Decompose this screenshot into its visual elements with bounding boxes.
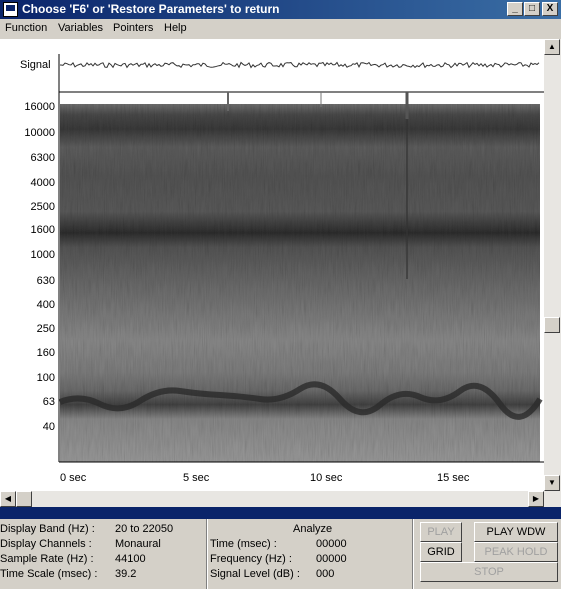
freq-tick-label: 400 bbox=[36, 299, 55, 311]
menu-help[interactable]: Help bbox=[164, 22, 187, 34]
time-tick-label: 5 sec bbox=[183, 472, 210, 484]
vertical-scrollbar[interactable]: ▲ ▼ bbox=[544, 39, 561, 491]
freq-tick-label: 1000 bbox=[30, 249, 55, 261]
freq-tick-label: 1600 bbox=[30, 224, 55, 236]
time-value: 00000 bbox=[316, 538, 347, 550]
status-divider-bar bbox=[0, 507, 561, 519]
freq-tick-label: 100 bbox=[36, 372, 55, 384]
freq-tick-label: 160 bbox=[36, 347, 55, 359]
scale-label: Time Scale (msec) : bbox=[0, 568, 98, 580]
band-value: 20 to 22050 bbox=[115, 523, 174, 535]
plot-area: Signal 16000 10000 6300 4000 2500 1600 1… bbox=[0, 39, 544, 491]
freq-tick-label: 40 bbox=[42, 421, 55, 433]
close-button[interactable]: X bbox=[542, 2, 558, 16]
vertical-scroll-thumb[interactable] bbox=[544, 317, 560, 333]
status-panel: Display Band (Hz) : 20 to 22050 Display … bbox=[0, 519, 561, 589]
freq-tick-label: 2500 bbox=[30, 201, 55, 213]
freq-tick-label: 4000 bbox=[30, 177, 55, 189]
scale-value: 39.2 bbox=[115, 568, 137, 580]
menu-variables[interactable]: Variables bbox=[58, 22, 103, 34]
frequency-label: Frequency (Hz) : bbox=[210, 553, 292, 565]
grid-button[interactable]: GRID bbox=[420, 542, 462, 562]
scroll-left-icon[interactable]: ◀ bbox=[0, 491, 16, 507]
rate-label: Sample Rate (Hz) : bbox=[0, 553, 94, 565]
menu-pointers[interactable]: Pointers bbox=[113, 22, 153, 34]
freq-tick-label: 6300 bbox=[30, 152, 55, 164]
scroll-down-icon[interactable]: ▼ bbox=[544, 475, 560, 491]
status-separator bbox=[206, 519, 208, 589]
menu-bar: Function Variables Pointers Help bbox=[0, 19, 561, 39]
freq-tick-label: 630 bbox=[36, 275, 55, 287]
level-value: 000 bbox=[316, 568, 335, 580]
time-tick-label: 15 sec bbox=[437, 472, 470, 484]
time-tick-label: 0 sec bbox=[60, 472, 87, 484]
rate-value: 44100 bbox=[115, 553, 146, 565]
frequency-value: 00000 bbox=[316, 553, 347, 565]
play-button[interactable]: PLAY bbox=[420, 522, 462, 542]
peak-hold-button[interactable]: PEAK HOLD bbox=[474, 542, 558, 562]
freq-tick-label: 250 bbox=[36, 323, 55, 335]
freq-tick-label: 16000 bbox=[24, 101, 55, 113]
horizontal-scroll-thumb[interactable] bbox=[16, 491, 32, 507]
time-tick-label: 10 sec bbox=[310, 472, 343, 484]
plot-graphics bbox=[58, 54, 544, 463]
channels-label: Display Channels : bbox=[0, 538, 92, 550]
maximize-button[interactable]: □ bbox=[524, 2, 540, 16]
scroll-right-icon[interactable]: ▶ bbox=[528, 491, 544, 507]
freq-tick-label: 63 bbox=[42, 396, 55, 408]
channels-value: Monaural bbox=[115, 538, 161, 550]
minimize-button[interactable]: _ bbox=[507, 2, 523, 16]
time-label: Time (msec) : bbox=[210, 538, 277, 550]
analyze-title: Analyze bbox=[293, 523, 333, 535]
play-window-button[interactable]: PLAY WDW bbox=[474, 522, 558, 542]
title-bar: Choose 'F6' or 'Restore Parameters' to r… bbox=[0, 0, 561, 19]
band-label: Display Band (Hz) : bbox=[0, 523, 95, 535]
level-label: Signal Level (dB) : bbox=[210, 568, 300, 580]
freq-tick-label: 10000 bbox=[24, 127, 55, 139]
window-title: Choose 'F6' or 'Restore Parameters' to r… bbox=[22, 2, 280, 16]
app-icon bbox=[3, 2, 18, 17]
status-separator bbox=[412, 519, 414, 589]
scroll-up-icon[interactable]: ▲ bbox=[544, 39, 560, 55]
analyzer-window: Choose 'F6' or 'Restore Parameters' to r… bbox=[0, 0, 561, 589]
menu-function[interactable]: Function bbox=[5, 22, 47, 34]
horizontal-scrollbar[interactable]: ◀ ▶ bbox=[0, 491, 561, 507]
stop-button[interactable]: STOP bbox=[420, 562, 558, 582]
